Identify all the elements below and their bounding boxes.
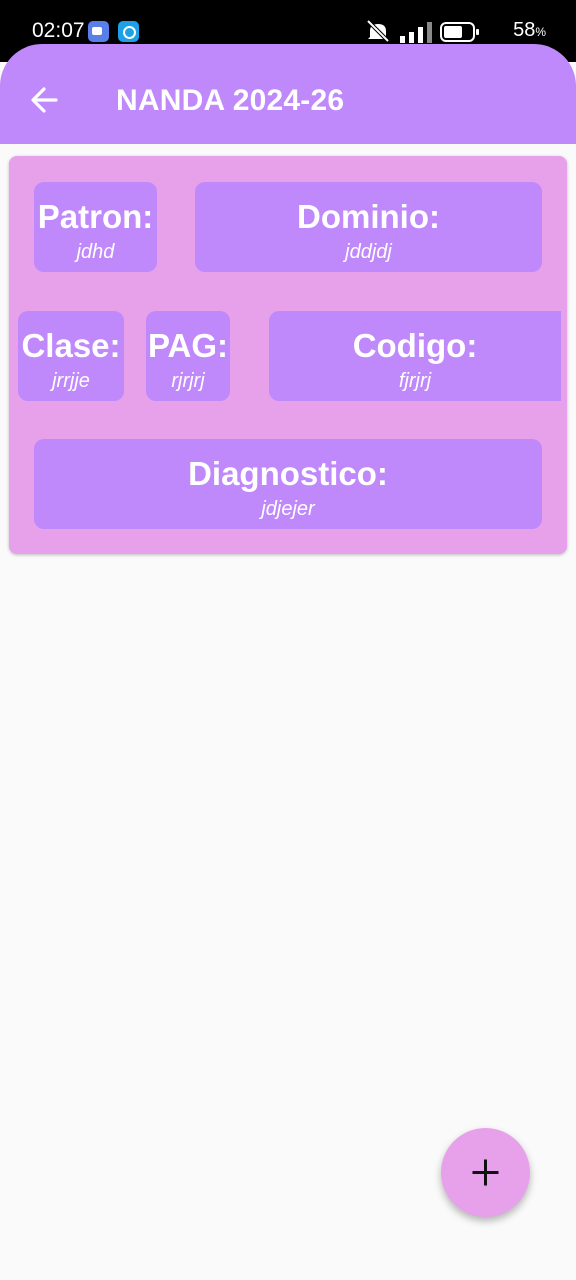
codigo-value: fjrjrj xyxy=(398,370,432,392)
patron-label: Patron: xyxy=(37,198,154,235)
patron-field: Patron: jdhd xyxy=(34,182,157,272)
pag-field: PAG: rjrjrj xyxy=(146,311,230,401)
diagnostico-label: Diagnostico: xyxy=(188,455,388,492)
diagnostico-value: jdjejer xyxy=(261,498,315,520)
app-bar: NANDA 2024-26 xyxy=(0,44,576,144)
video-app-icon xyxy=(88,21,109,42)
status-time: 02:07 xyxy=(32,19,85,42)
plus-icon xyxy=(472,1159,499,1186)
signal-icon xyxy=(400,22,432,43)
nanda-record-card[interactable]: Patron: jdhd Dominio: jddjdj Clase: jrrj… xyxy=(9,156,567,554)
clase-value: jrrjje xyxy=(52,370,90,392)
pag-label: PAG: xyxy=(147,327,229,364)
back-button[interactable] xyxy=(22,80,68,120)
pag-value: rjrjrj xyxy=(171,370,205,392)
dominio-field: Dominio: jddjdj xyxy=(195,182,542,272)
add-button[interactable] xyxy=(441,1128,530,1217)
codigo-field: Codigo: fjrjrj xyxy=(269,311,561,401)
shield-app-icon xyxy=(118,21,139,42)
clase-label: Clase: xyxy=(21,327,121,364)
battery-icon xyxy=(440,22,479,42)
clase-field: Clase: jrrjje xyxy=(18,311,124,401)
battery-percent: 58% xyxy=(513,19,546,41)
muted-icon xyxy=(366,19,390,43)
page-title: NANDA 2024-26 xyxy=(116,84,345,117)
dominio-value: jddjdj xyxy=(345,241,392,263)
patron-value: jdhd xyxy=(76,241,115,263)
arrow-left-icon xyxy=(31,87,58,113)
codigo-label: Codigo: xyxy=(352,327,478,364)
diagnostico-field: Diagnostico: jdjejer xyxy=(34,439,542,529)
dominio-label: Dominio: xyxy=(297,198,440,235)
